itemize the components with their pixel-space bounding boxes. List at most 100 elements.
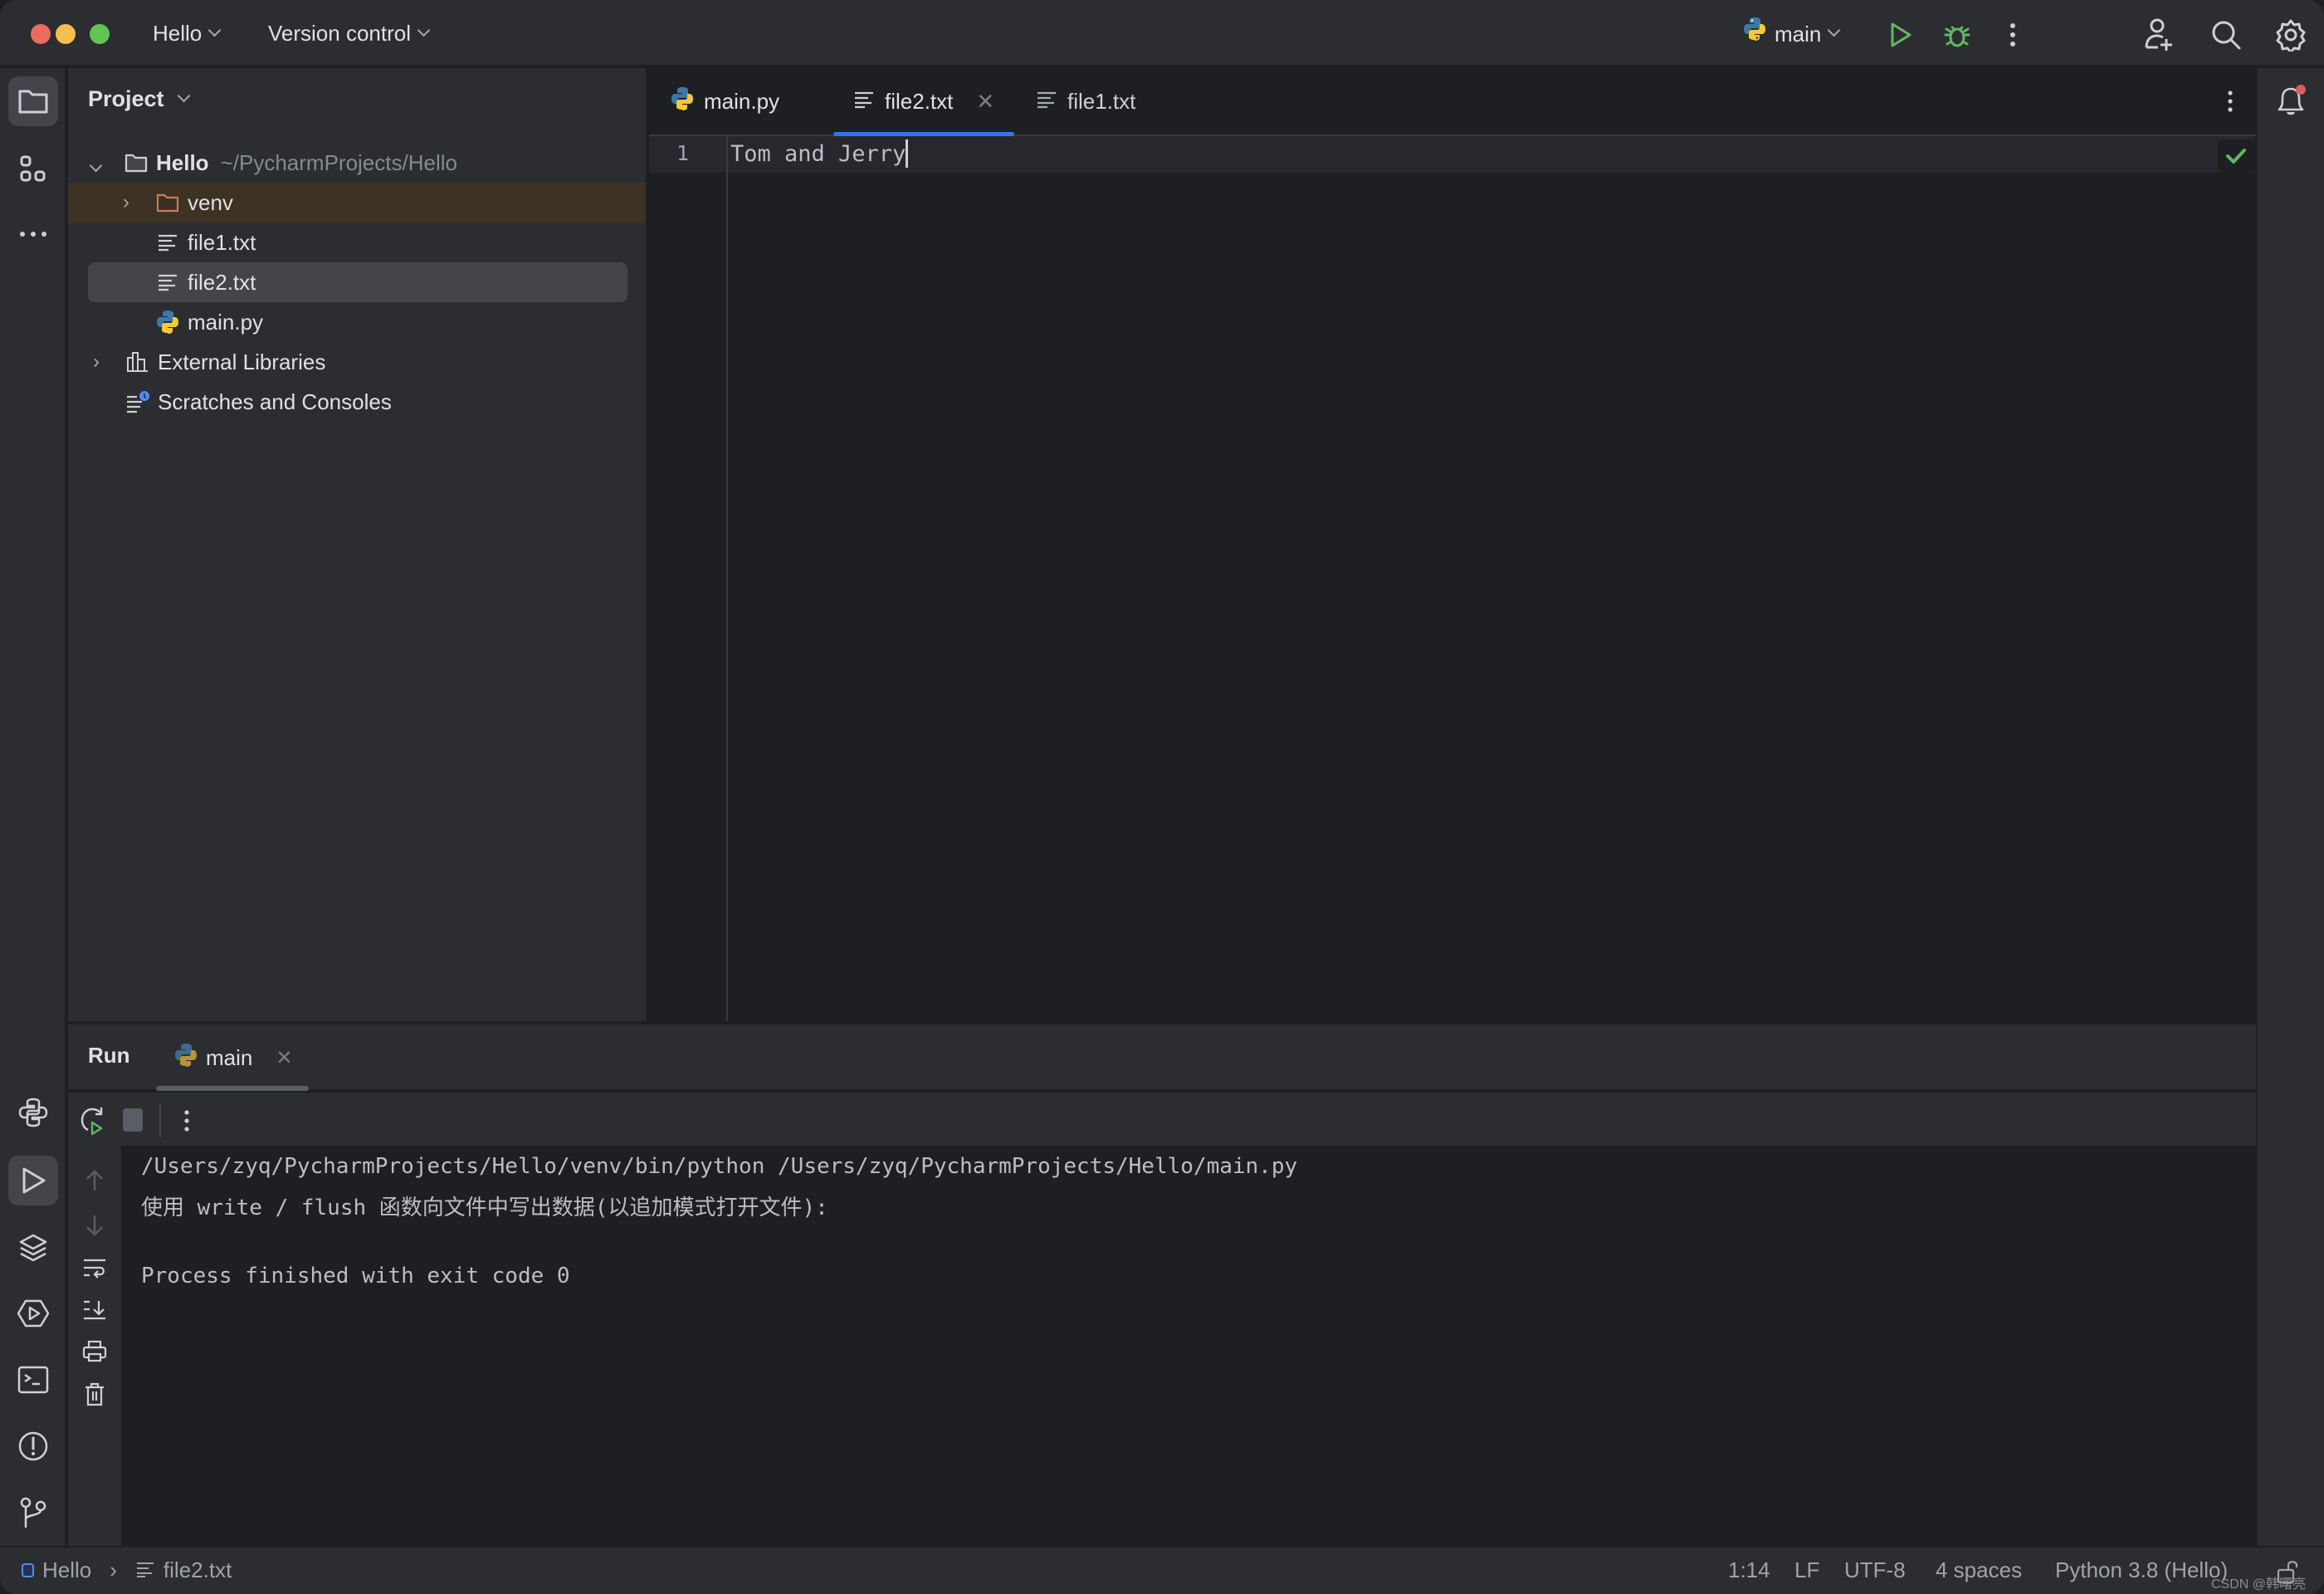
- console-output[interactable]: /Users/zyq/PycharmProjects/Hello/venv/bi…: [121, 1146, 2256, 1546]
- file-encoding[interactable]: UTF-8: [1844, 1557, 1906, 1583]
- warning-circle-icon: [18, 1431, 48, 1461]
- more-tools-button[interactable]: [8, 209, 58, 259]
- minimize-window-button[interactable]: [56, 24, 76, 44]
- project-tool-button[interactable]: [8, 76, 58, 126]
- scroll-up-button[interactable]: [80, 1166, 110, 1196]
- python-file-icon: [671, 86, 694, 117]
- run-toolbar: [68, 1091, 2256, 1146]
- more-actions-button[interactable]: [2000, 18, 2025, 51]
- settings-button[interactable]: [2271, 15, 2311, 55]
- gutter-divider: [726, 136, 728, 1021]
- chevron-right-icon[interactable]: ›: [93, 350, 118, 374]
- trash-icon: [85, 1382, 104, 1406]
- text-file-icon: [135, 1557, 155, 1583]
- debug-button[interactable]: [1939, 17, 1975, 53]
- run-tab-label: main: [206, 1044, 253, 1070]
- python-interpreter[interactable]: Python 3.8 (Hello): [2055, 1557, 2228, 1583]
- text-caret: [906, 139, 909, 168]
- run-more-button[interactable]: [174, 1104, 199, 1137]
- project-view-selector[interactable]: Project: [88, 86, 190, 112]
- stop-button[interactable]: [123, 1108, 143, 1132]
- scroll-to-end-button[interactable]: [80, 1295, 110, 1325]
- excluded-folder-icon: [154, 189, 181, 216]
- clear-all-button[interactable]: [80, 1380, 110, 1410]
- services-tool-button[interactable]: [8, 1288, 58, 1338]
- run-button[interactable]: [1884, 18, 1917, 51]
- indent-settings[interactable]: 4 spaces: [1936, 1557, 2022, 1583]
- text-file-icon: [154, 229, 181, 256]
- breadcrumb-file[interactable]: file2.txt: [164, 1557, 232, 1583]
- bell-icon: [2278, 85, 2306, 115]
- tab-main-py[interactable]: main.py: [671, 68, 779, 134]
- tree-item-root[interactable]: Hello ~/PycharmProjects/Hello: [68, 143, 646, 183]
- run-config-label: main: [1775, 21, 1822, 46]
- title-bar: Hello Version control main: [0, 0, 2324, 66]
- tree-item-label: main.py: [188, 309, 264, 335]
- run-tool-button[interactable]: [8, 1156, 58, 1205]
- tab-label: file2.txt: [885, 88, 954, 114]
- close-tab-icon[interactable]: ✕: [976, 89, 994, 115]
- project-panel-title: Project: [88, 86, 164, 111]
- problems-tool-button[interactable]: [8, 1421, 58, 1471]
- tree-item-label: External Libraries: [158, 349, 326, 374]
- python-icon: [174, 1043, 198, 1073]
- line-separator[interactable]: LF: [1794, 1557, 1819, 1583]
- tree-item-main-py[interactable]: main.py: [68, 302, 646, 342]
- scroll-down-button[interactable]: [80, 1210, 110, 1240]
- code-text: Tom and Jerry: [730, 140, 906, 167]
- inspection-status[interactable]: [2218, 139, 2254, 173]
- run-panel-header: Run main ✕: [68, 1023, 2256, 1091]
- code-editor[interactable]: [649, 136, 2256, 1021]
- close-run-tab-icon[interactable]: ✕: [276, 1046, 292, 1070]
- chevron-down-icon: [177, 89, 190, 103]
- console-side-toolbar: [68, 1146, 121, 1546]
- chevron-right-icon[interactable]: ›: [123, 191, 148, 214]
- tab-options-button[interactable]: [2218, 85, 2243, 118]
- git-branch-icon: [20, 1497, 46, 1528]
- tree-item-label: Scratches and Consoles: [158, 389, 392, 414]
- notifications-button[interactable]: [2266, 76, 2316, 126]
- search-button[interactable]: [2206, 15, 2246, 55]
- chevron-down-icon: [208, 23, 222, 37]
- git-tool-button[interactable]: [8, 1488, 58, 1538]
- python-console-icon: [18, 1098, 48, 1127]
- console-line: Process finished with exit code 0: [141, 1264, 570, 1288]
- code-line[interactable]: Tom and Jerry: [730, 139, 909, 168]
- chevron-down-icon[interactable]: [89, 150, 116, 176]
- tree-item-external-libraries[interactable]: › External Libraries: [68, 342, 646, 382]
- more-icon: [20, 232, 46, 237]
- rerun-button[interactable]: [76, 1104, 110, 1137]
- vcs-menu[interactable]: Version control: [268, 17, 431, 50]
- terminal-tool-button[interactable]: [8, 1355, 58, 1405]
- breadcrumb: Hello › file2.txt: [22, 1557, 232, 1583]
- kebab-icon: [2010, 23, 2015, 46]
- run-config-selector[interactable]: main: [1743, 17, 1841, 51]
- structure-tool-button[interactable]: [8, 144, 58, 194]
- python-packages-tool-button[interactable]: [8, 1222, 58, 1272]
- print-button[interactable]: [80, 1337, 110, 1367]
- printer-icon: [82, 1340, 107, 1362]
- project-module-icon: [22, 1563, 34, 1577]
- tab-file2-txt[interactable]: file2.txt ✕: [833, 68, 1015, 136]
- libraries-icon: [124, 349, 151, 375]
- folder-icon: [123, 149, 149, 176]
- python-icon: [1743, 17, 1766, 51]
- tree-item-scratches[interactable]: Scratches and Consoles: [68, 382, 646, 422]
- soft-wrap-button[interactable]: [80, 1254, 110, 1284]
- breadcrumb-project[interactable]: Hello: [42, 1557, 91, 1583]
- caret-position[interactable]: 1:14: [1728, 1557, 1770, 1583]
- text-file-icon: [1036, 89, 1057, 115]
- tree-item-file2[interactable]: file2.txt: [88, 262, 627, 302]
- editor-tab-bar: main.py file2.txt ✕ file1.txt: [649, 68, 2256, 136]
- maximize-window-button[interactable]: [90, 24, 110, 44]
- code-with-me-button[interactable]: [2140, 15, 2180, 55]
- run-tab-main[interactable]: main ✕: [174, 1039, 292, 1076]
- tree-item-file1[interactable]: file1.txt: [68, 222, 646, 262]
- project-switcher[interactable]: Hello: [153, 17, 222, 50]
- tab-file1-txt[interactable]: file1.txt: [1036, 68, 1135, 134]
- python-console-tool-button[interactable]: [8, 1088, 58, 1137]
- close-window-button[interactable]: [31, 24, 51, 44]
- run-icon: [1891, 22, 1911, 47]
- project-panel: Project Hello ~/PycharmProjects/Hello › …: [68, 68, 647, 1021]
- tree-item-venv[interactable]: › venv: [68, 183, 646, 222]
